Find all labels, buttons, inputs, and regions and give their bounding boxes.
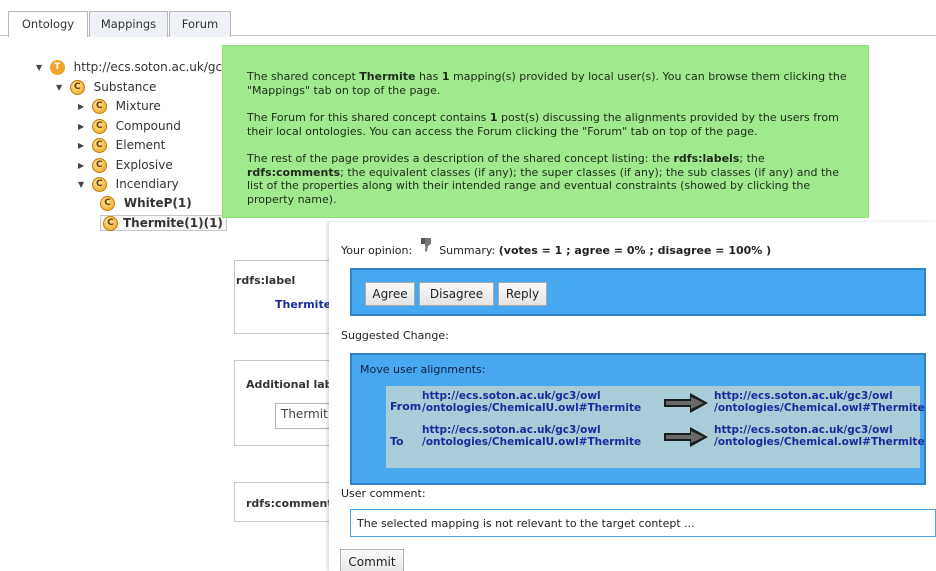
class-icon: C (91, 158, 107, 173)
your-opinion-label: Your opinion: (341, 244, 413, 257)
expand-toggle-icon[interactable]: ▼ (36, 63, 46, 72)
rdfs-comment-heading: rdfs:comment (246, 497, 333, 510)
tree-node-label[interactable]: Incendiary (116, 177, 179, 191)
vote-box: Agree Disagree Reply (350, 268, 926, 316)
move-alignments-box: Move user alignments: From http://ecs.so… (350, 353, 926, 485)
tree-node-label[interactable]: Explosive (116, 158, 173, 172)
tree-node-label[interactable]: Element (116, 138, 166, 152)
from-source-link[interactable]: http://ecs.soton.ac.uk/gc3/owl/ontologie… (422, 390, 641, 414)
thumbs-down-icon[interactable] (420, 238, 432, 252)
to-source-link[interactable]: http://ecs.soton.ac.uk/gc3/owl/ontologie… (422, 424, 641, 448)
tree-node-compound[interactable]: ▶ C Compound (78, 119, 181, 137)
tree-node-thermite[interactable]: C Thermite(1)(1) (100, 215, 227, 234)
forum-post-panel: Your opinion: Summary: (votes = 1 ; agre… (329, 222, 936, 571)
tree-node-label[interactable]: Compound (116, 119, 181, 133)
rdfs-label-value: Thermite (275, 298, 332, 311)
rdfs-label-heading: rdfs:label (236, 274, 296, 287)
tree-node-whitep[interactable]: C WhiteP(1) (100, 196, 192, 214)
user-comment-input[interactable] (350, 509, 936, 537)
commit-button[interactable]: Commit (340, 549, 404, 571)
to-target-link[interactable]: http://ecs.soton.ac.uk/gc3/owl/ontologie… (714, 424, 925, 448)
class-icon: C (69, 80, 85, 95)
tree-node-label[interactable]: WhiteP(1) (124, 196, 192, 210)
from-label: From (390, 400, 422, 413)
class-icon: C (91, 119, 107, 134)
tab-ontology[interactable]: Ontology (8, 11, 88, 37)
disagree-button[interactable]: Disagree (419, 282, 494, 306)
class-icon: C (100, 196, 115, 211)
right-arrow-icon (664, 393, 708, 413)
tree-node-incendiary[interactable]: ▼ C Incendiary (78, 177, 179, 195)
user-comment-label: User comment: (341, 487, 426, 500)
alignments-grid: From http://ecs.soton.ac.uk/gc3/owl/onto… (386, 386, 925, 468)
collapse-toggle-icon[interactable]: ▶ (78, 102, 88, 111)
class-icon: C (91, 99, 107, 114)
tab-mappings[interactable]: Mappings (89, 11, 168, 37)
opinion-row: Your opinion: Summary: (votes = 1 ; agre… (341, 238, 772, 257)
info-message: The shared concept Thermite has 1 mappin… (222, 45, 869, 218)
tab-forum[interactable]: Forum (169, 11, 231, 37)
from-target-link[interactable]: http://ecs.soton.ac.uk/gc3/owl/ontologie… (714, 390, 925, 414)
class-icon: C (103, 216, 118, 231)
tree-node-substance[interactable]: ▼ C Substance (56, 80, 156, 98)
info-paragraph-mappings: The shared concept Thermite has 1 mappin… (247, 70, 847, 97)
agree-button[interactable]: Agree (365, 282, 415, 306)
info-paragraph-description: The rest of the page provides a descript… (247, 152, 840, 206)
collapse-toggle-icon[interactable]: ▶ (78, 122, 88, 131)
tree-node-root[interactable]: ▼ T http://ecs.soton.ac.uk/gc3 (36, 60, 230, 78)
ontology-icon: T (49, 60, 65, 75)
summary-value: (votes = 1 ; agree = 0% ; disagree = 100… (498, 244, 772, 257)
expand-toggle-icon[interactable]: ▼ (56, 83, 66, 92)
collapse-toggle-icon[interactable]: ▶ (78, 161, 88, 170)
info-paragraph-forum: The Forum for this shared concept contai… (247, 111, 839, 138)
class-icon: C (91, 138, 107, 153)
additional-labels-heading: Additional lab (246, 378, 333, 391)
selected-node[interactable]: C Thermite(1)(1) (100, 215, 227, 231)
to-label: To (390, 435, 404, 448)
class-icon: C (91, 177, 107, 192)
right-arrow-icon (664, 427, 708, 447)
tree-node-label[interactable]: Substance (94, 80, 157, 94)
tab-bar: Ontology Mappings Forum (0, 0, 936, 37)
suggested-change-label: Suggested Change: (341, 329, 449, 342)
tree-node-element[interactable]: ▶ C Element (78, 138, 165, 156)
tree-node-label[interactable]: Thermite(1)(1) (123, 216, 223, 230)
collapse-toggle-icon[interactable]: ▶ (78, 141, 88, 150)
tree-node-mixture[interactable]: ▶ C Mixture (78, 99, 161, 117)
tree-node-explosive[interactable]: ▶ C Explosive (78, 158, 173, 176)
concept-detail-panel: rdfs:label Thermite Additional lab Therm… (224, 252, 345, 522)
expand-toggle-icon[interactable]: ▼ (78, 180, 88, 189)
rdfs-label-box (234, 260, 344, 334)
reply-button[interactable]: Reply (498, 282, 547, 306)
move-alignments-title: Move user alignments: (360, 363, 486, 376)
tree-node-label[interactable]: http://ecs.soton.ac.uk/gc3 (74, 60, 230, 74)
tree-node-label[interactable]: Mixture (116, 99, 161, 113)
summary-label: Summary: (439, 244, 496, 257)
